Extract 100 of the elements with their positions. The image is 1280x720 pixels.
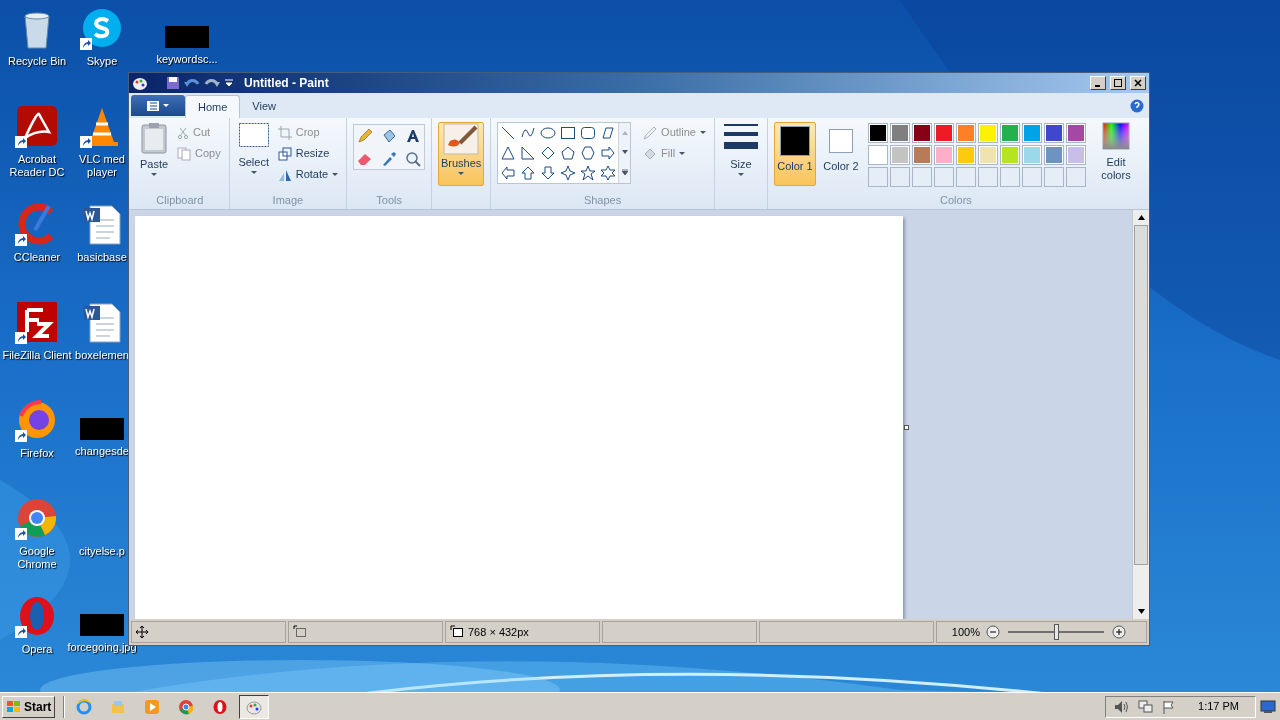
group-label: Tools	[376, 193, 402, 208]
shape-icon[interactable]	[580, 165, 597, 181]
ribbon-tab[interactable]: Home	[185, 95, 241, 118]
shape-icon[interactable]	[560, 125, 577, 141]
explorer-icon	[110, 698, 127, 715]
vertical-scrollbar[interactable]	[1132, 210, 1149, 619]
network-icon[interactable]	[1138, 699, 1155, 714]
desktop-icon-label[interactable]: Firefox	[20, 447, 54, 460]
palette-color[interactable]	[955, 123, 976, 143]
desktop-icon-label[interactable]: cityelse.p	[79, 545, 125, 558]
desktop-icon-label[interactable]: basicbase	[77, 251, 127, 264]
clock[interactable]: 1:17 PM	[1198, 698, 1239, 715]
palette-color[interactable]	[889, 145, 910, 165]
desktop-icon-label[interactable]: Recycle Bin	[7, 55, 67, 68]
chrome-icon[interactable]	[15, 496, 59, 540]
shape-icon[interactable]	[540, 125, 557, 141]
desktop-icon-label[interactable]: Skype	[86, 55, 118, 68]
caret-icon	[737, 172, 744, 177]
desktop-icon-label[interactable]: FileZilla Client	[2, 349, 72, 362]
maximize-button[interactable]	[1110, 76, 1126, 90]
group-label: Colors	[940, 193, 972, 208]
palette-color[interactable]	[867, 145, 888, 165]
gallery-expand-icon[interactable]	[621, 169, 628, 176]
shortcut-arrow-icon	[15, 528, 27, 540]
customize-dropdown-icon[interactable]	[224, 79, 234, 87]
palette-color[interactable]	[1043, 123, 1064, 143]
zoom-out-icon[interactable]	[986, 625, 1000, 639]
desktop-icon-label[interactable]: keywordsc...	[156, 53, 218, 66]
color-slot-button[interactable]: Color 1	[773, 122, 816, 186]
shape-icon[interactable]	[500, 145, 517, 161]
color-slot-button[interactable]: Color 2	[819, 122, 862, 186]
select-button[interactable]: Select	[235, 122, 272, 175]
shape-icon[interactable]	[520, 165, 537, 181]
copy-icon	[177, 146, 191, 161]
show-desktop-icon[interactable]	[1260, 699, 1276, 714]
flag-icon[interactable]	[1162, 699, 1177, 714]
palette-color[interactable]	[955, 145, 976, 165]
brushes-button[interactable]: Brushes	[438, 122, 485, 186]
desktop-icon-label[interactable]: Acrobat Reader DC	[0, 153, 74, 179]
palette-color[interactable]	[1021, 145, 1042, 165]
palette-color[interactable]	[911, 123, 932, 143]
shape-icon[interactable]	[500, 125, 517, 141]
palette-color[interactable]	[889, 123, 910, 143]
palette-color[interactable]	[999, 145, 1020, 165]
palette-color[interactable]	[933, 123, 954, 143]
desktop-icon-label[interactable]: Google Chrome	[0, 545, 74, 571]
palette-color[interactable]	[933, 145, 954, 165]
palette-color[interactable]	[867, 123, 888, 143]
help-icon[interactable]	[1130, 99, 1144, 113]
shape-icon[interactable]	[600, 145, 617, 161]
paste-button[interactable]: Paste	[137, 122, 171, 177]
palette-color[interactable]	[1065, 145, 1086, 165]
desktop-icon-label[interactable]: changesde	[75, 445, 129, 458]
scroll-thumb[interactable]	[1134, 225, 1148, 565]
desktop-icon-label[interactable]: boxelemen	[75, 349, 129, 362]
shape-icon[interactable]	[600, 165, 617, 181]
shape-icon[interactable]	[560, 165, 577, 181]
caret-icon	[250, 170, 257, 175]
gallery-scroll-down-icon[interactable]	[621, 150, 628, 154]
desktop-icon-label[interactable]: VLC med player	[76, 153, 128, 179]
filezilla-icon[interactable]	[15, 300, 59, 344]
resize-button[interactable]: Resize	[275, 143, 341, 164]
palette-color[interactable]	[999, 123, 1020, 143]
move-cursor-icon	[136, 626, 148, 638]
rotate-button[interactable]: Rotate	[275, 164, 341, 185]
zoom-slider[interactable]	[1006, 624, 1106, 640]
shape-icon[interactable]	[540, 145, 557, 161]
palette-color[interactable]	[1021, 123, 1042, 143]
start-button[interactable]: Start	[2, 695, 56, 718]
shape-icon[interactable]	[580, 145, 597, 161]
desktop-icon-label[interactable]: CCleaner	[13, 251, 61, 264]
resize-handle[interactable]	[904, 425, 909, 430]
shape-icon[interactable]	[520, 145, 537, 161]
size-button[interactable]: Size	[722, 122, 759, 177]
palette-color[interactable]	[977, 145, 998, 165]
shape-icon[interactable]	[500, 165, 517, 181]
desktop-icon-label[interactable]: forcegoing.jpg	[67, 641, 137, 654]
shape-icon[interactable]	[540, 165, 557, 181]
desktop-icon-label[interactable]: Opera	[21, 643, 53, 656]
skype-icon[interactable]	[80, 6, 124, 50]
acrobat-icon[interactable]	[15, 104, 59, 148]
zoom-slider-thumb[interactable]	[1054, 624, 1059, 640]
shape-icon[interactable]	[580, 125, 597, 141]
speaker-icon[interactable]	[1114, 699, 1131, 714]
save-icon[interactable]	[166, 76, 180, 90]
taskbar-app-button[interactable]	[239, 694, 270, 719]
ribbon-tab[interactable]: View	[240, 95, 288, 118]
caret-icon	[163, 103, 169, 108]
close-button[interactable]	[1130, 76, 1146, 90]
palette-color[interactable]	[1043, 145, 1064, 165]
file-menu-button[interactable]	[131, 95, 185, 116]
palette-color[interactable]	[911, 145, 932, 165]
minimize-button[interactable]	[1090, 76, 1106, 90]
shape-icon[interactable]	[600, 125, 617, 141]
edit-colors-button[interactable]: Edit colors	[1093, 122, 1138, 182]
shape-icon[interactable]	[560, 145, 577, 161]
zoom-in-icon[interactable]	[1112, 625, 1126, 639]
canvas-size-icon	[450, 625, 464, 639]
palette-color[interactable]	[1065, 123, 1086, 143]
palette-color[interactable]	[977, 123, 998, 143]
